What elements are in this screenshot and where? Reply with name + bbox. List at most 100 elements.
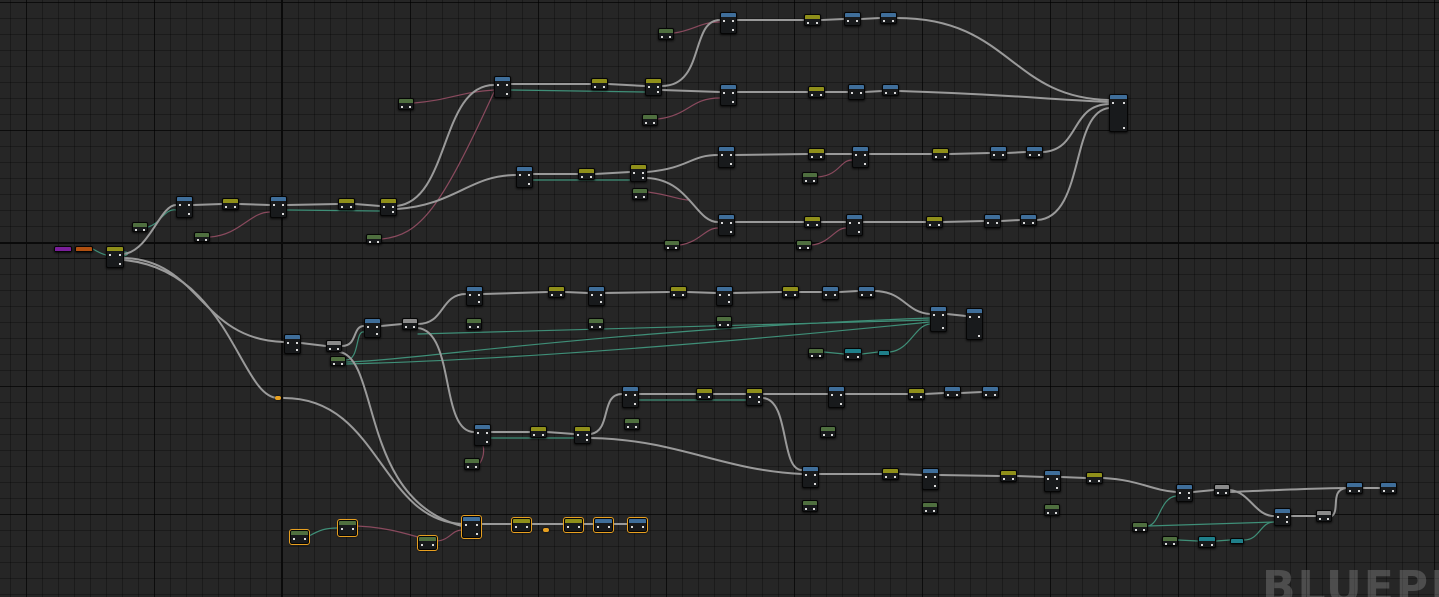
function-node[interactable] xyxy=(1346,482,1363,494)
output-exec-pin[interactable] xyxy=(337,348,339,350)
output-data-pin[interactable] xyxy=(1056,487,1058,489)
output-data-pin[interactable] xyxy=(392,211,394,213)
variable-get-node[interactable] xyxy=(804,14,821,26)
function-node[interactable] xyxy=(966,308,983,340)
event-node[interactable] xyxy=(75,246,93,252)
output-data-pin[interactable] xyxy=(119,263,121,265)
output-exec-pin[interactable] xyxy=(600,294,602,296)
output-exec-pin[interactable] xyxy=(506,84,508,86)
input-exec-pin[interactable] xyxy=(719,294,721,296)
output-exec-pin[interactable] xyxy=(205,239,207,241)
output-data-pin[interactable] xyxy=(1188,497,1190,499)
input-exec-pin[interactable] xyxy=(591,326,593,328)
input-exec-pin[interactable] xyxy=(855,154,857,156)
variable-get-node[interactable] xyxy=(338,198,355,210)
input-exec-pin[interactable] xyxy=(551,294,553,296)
output-exec-pin[interactable] xyxy=(475,466,477,468)
output-data-pin[interactable] xyxy=(506,93,508,95)
input-exec-pin[interactable] xyxy=(329,348,331,350)
variable-get-node[interactable] xyxy=(578,168,595,180)
output-exec-pin[interactable] xyxy=(682,294,684,296)
variable-set-node[interactable] xyxy=(844,348,862,360)
variable-get-node[interactable] xyxy=(696,388,713,400)
output-exec-pin[interactable] xyxy=(603,86,605,88)
variable-get-node[interactable] xyxy=(808,86,825,98)
input-exec-pin[interactable] xyxy=(591,294,593,296)
output-exec-pin[interactable] xyxy=(819,355,821,357)
output-exec-pin[interactable] xyxy=(730,154,732,156)
function-node[interactable] xyxy=(364,318,381,338)
variable-get-node[interactable] xyxy=(1044,504,1060,516)
variable-set-node[interactable] xyxy=(1198,536,1216,548)
function-node[interactable] xyxy=(880,12,897,24)
variable-get-node[interactable] xyxy=(466,318,482,330)
output-exec-pin[interactable] xyxy=(413,326,415,328)
cast-node[interactable] xyxy=(1214,484,1230,496)
output-exec-pin[interactable] xyxy=(590,176,592,178)
cast-node[interactable] xyxy=(402,318,418,330)
input-exec-pin[interactable] xyxy=(811,156,813,158)
output-exec-pin[interactable] xyxy=(831,434,833,436)
input-exec-pin[interactable] xyxy=(109,254,111,256)
output-exec-pin[interactable] xyxy=(643,196,645,198)
output-exec-pin[interactable] xyxy=(816,224,818,226)
output-exec-pin[interactable] xyxy=(657,86,659,88)
output-exec-pin[interactable] xyxy=(478,294,480,296)
output-data-pin[interactable] xyxy=(528,183,530,185)
function-node[interactable] xyxy=(984,214,1001,228)
output-exec-pin[interactable] xyxy=(1211,544,1213,546)
input-exec-pin[interactable] xyxy=(847,20,849,22)
output-exec-pin[interactable] xyxy=(1038,154,1040,156)
function-node[interactable] xyxy=(802,466,819,488)
variable-get-node[interactable] xyxy=(106,246,124,268)
input-exec-pin[interactable] xyxy=(987,222,989,224)
output-exec-pin[interactable] xyxy=(1188,492,1190,494)
output-exec-pin[interactable] xyxy=(586,434,588,436)
variable-get-node[interactable] xyxy=(796,240,812,250)
function-node[interactable] xyxy=(1026,146,1043,158)
input-exec-pin[interactable] xyxy=(179,204,181,206)
variable-get-node[interactable] xyxy=(716,316,732,328)
variable-get-node[interactable] xyxy=(548,286,565,298)
function-node[interactable] xyxy=(1274,508,1291,526)
output-exec-pin[interactable] xyxy=(188,204,190,206)
output-exec-pin[interactable] xyxy=(476,524,478,526)
output-exec-pin[interactable] xyxy=(350,206,352,208)
variable-set-node[interactable] xyxy=(1230,538,1244,544)
variable-get-node[interactable] xyxy=(808,148,825,160)
input-exec-pin[interactable] xyxy=(1165,543,1167,545)
output-data-pin[interactable] xyxy=(730,163,732,165)
variable-get-node[interactable] xyxy=(926,216,943,228)
output-exec-pin[interactable] xyxy=(834,294,836,296)
variable-get-node[interactable] xyxy=(808,348,824,358)
output-data-pin[interactable] xyxy=(296,349,298,351)
function-node[interactable] xyxy=(1380,482,1397,494)
output-exec-pin[interactable] xyxy=(675,247,677,249)
input-exec-pin[interactable] xyxy=(401,106,403,108)
output-exec-pin[interactable] xyxy=(864,154,866,156)
output-exec-pin[interactable] xyxy=(578,526,580,528)
input-exec-pin[interactable] xyxy=(723,20,725,22)
function-node[interactable] xyxy=(474,424,491,446)
output-data-pin[interactable] xyxy=(376,333,378,335)
function-node[interactable] xyxy=(494,76,511,98)
input-exec-pin[interactable] xyxy=(581,176,583,178)
input-exec-pin[interactable] xyxy=(885,92,887,94)
output-data-pin[interactable] xyxy=(864,163,866,165)
function-node[interactable] xyxy=(852,146,869,168)
input-exec-pin[interactable] xyxy=(925,476,927,478)
output-exec-pin[interactable] xyxy=(730,222,732,224)
output-exec-pin[interactable] xyxy=(732,20,734,22)
function-node[interactable] xyxy=(944,386,961,398)
variable-get-node[interactable] xyxy=(591,78,608,90)
input-exec-pin[interactable] xyxy=(985,394,987,396)
output-exec-pin[interactable] xyxy=(894,476,896,478)
output-exec-pin[interactable] xyxy=(1032,222,1034,224)
function-node[interactable] xyxy=(982,386,999,398)
output-exec-pin[interactable] xyxy=(143,229,145,231)
variable-get-node[interactable] xyxy=(366,234,382,244)
variable-get-node[interactable] xyxy=(922,502,938,514)
function-node[interactable] xyxy=(716,286,733,306)
input-exec-pin[interactable] xyxy=(723,92,725,94)
output-data-pin[interactable] xyxy=(1286,521,1288,523)
